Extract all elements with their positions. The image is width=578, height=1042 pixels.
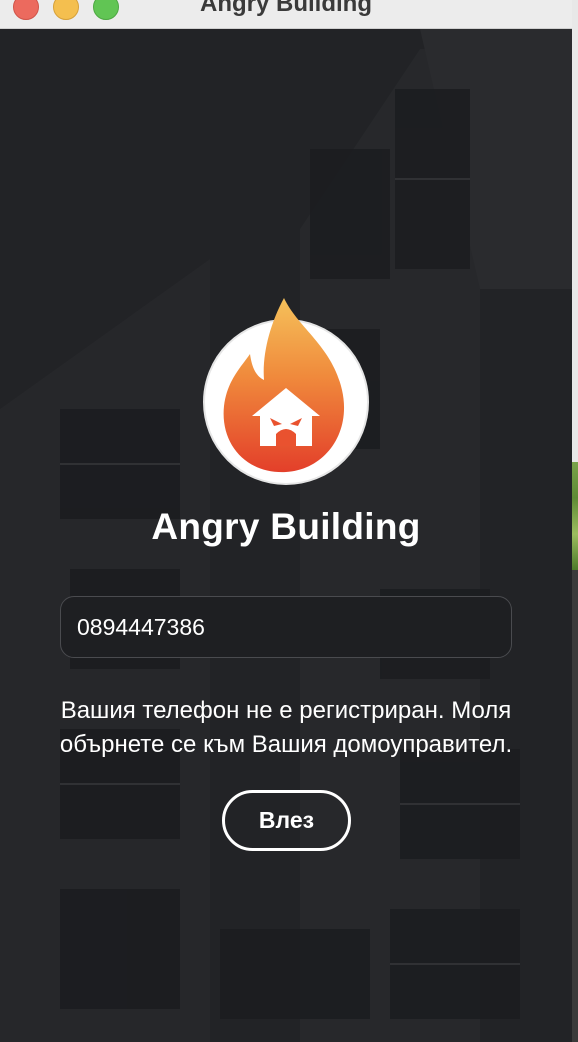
window-title: Angry Building	[200, 0, 372, 17]
error-message: Вашия телефон не е регистриран. Моля объ…	[0, 694, 572, 762]
app-window: Angry Building Angry Building Вашия теле…	[0, 0, 572, 1042]
background-window-strip	[572, 462, 578, 570]
background-window-edge	[572, 0, 578, 1042]
app-name-heading: Angry Building	[151, 506, 421, 547]
window-titlebar: Angry Building	[0, 0, 572, 29]
background-window-dark-strip	[572, 570, 578, 1042]
error-message-line-1: Вашия телефон не е регистриран. Моля	[60, 697, 512, 724]
error-message-line-2: обърнете се към Вашия домоуправител.	[59, 731, 513, 758]
angry-building-logo-icon	[203, 298, 369, 485]
phone-number-input[interactable]	[60, 596, 512, 658]
login-button[interactable]: Влез	[222, 790, 351, 851]
